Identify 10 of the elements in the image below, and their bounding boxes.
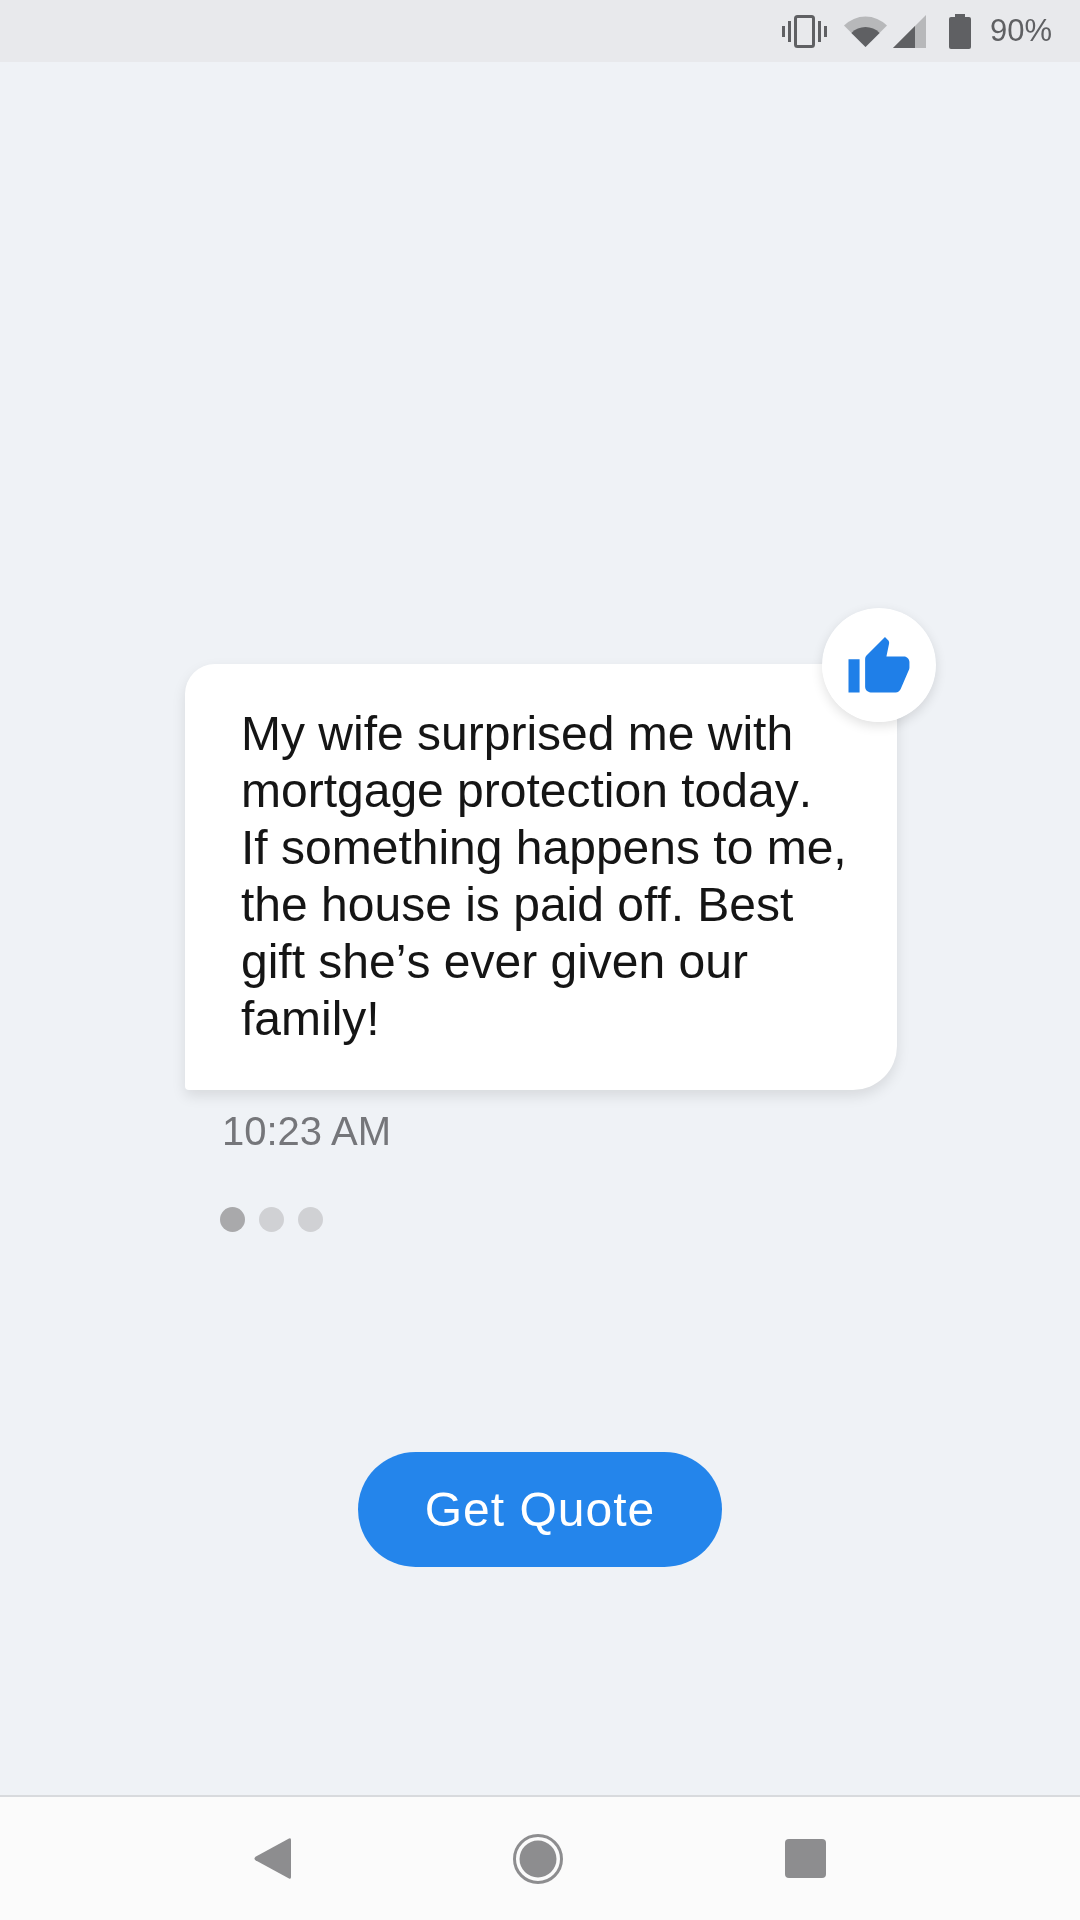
wifi-icon (843, 15, 887, 47)
home-icon[interactable] (513, 1833, 563, 1884)
vibrate-icon (781, 14, 827, 48)
battery-percent: 90% (989, 13, 1052, 49)
message-bubble: My wife surprised me with mortgage protection today. If something happens to me, the house is paid off. Best gift she’s ever given our family! (185, 664, 897, 1090)
signal-icon (892, 14, 926, 48)
back-icon[interactable] (254, 1837, 291, 1880)
battery-icon (948, 13, 971, 49)
get-quote-button[interactable]: Get Quote (358, 1452, 722, 1567)
timestamp: 10:23 AM (222, 1108, 391, 1154)
